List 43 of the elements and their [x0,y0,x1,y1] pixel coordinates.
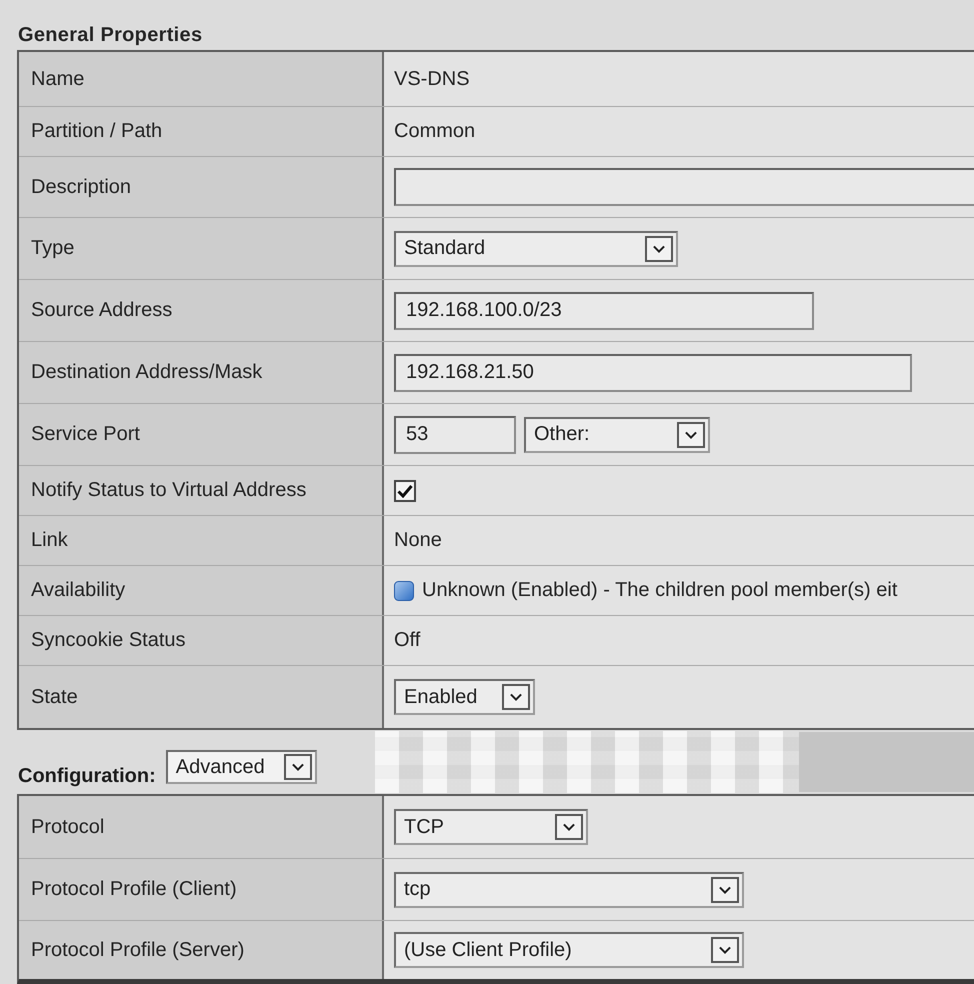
field-label: Protocol Profile (Server) [19,921,384,979]
chevron-down-icon [711,876,739,902]
field-label: Service Port [19,404,384,465]
field-label: Availability [19,566,384,615]
text-field[interactable]: 192.168.21.50 [394,354,912,392]
dropdown[interactable]: Standard [394,230,678,266]
dropdown[interactable]: Other: [524,416,710,452]
field-value: Common [394,120,476,143]
field-label: Protocol [19,796,384,858]
field-label: State [19,666,384,728]
chevron-down-icon [284,754,312,780]
field-label: Partition / Path [19,107,384,156]
field-label: Type [19,218,384,279]
chevron-down-icon [711,937,739,963]
field-label: Description [19,157,384,217]
dropdown[interactable]: tcp [394,872,744,908]
dropdown[interactable]: Advanced [166,750,317,784]
text-field[interactable] [394,168,974,206]
dropdown[interactable]: TCP [394,809,588,845]
status-text: Unknown (Enabled) - The children pool member(s) eit [422,579,898,602]
status-square-icon [394,580,414,600]
field-value: None [394,529,442,552]
text-field[interactable]: 192.168.100.0/23 [394,292,814,330]
chevron-down-icon [555,814,583,840]
section-title: General Properties [18,24,202,47]
section-title: Configuration: [18,765,156,788]
field-label: Link [19,516,384,565]
field-label: Name [19,52,384,106]
chevron-down-icon [677,422,705,448]
checkmark-icon [397,484,413,498]
field-label: Syncookie Status [19,616,384,665]
chevron-down-icon [645,236,673,262]
port-field[interactable]: 53 [394,416,516,454]
dropdown[interactable]: Enabled [394,679,535,715]
field-label: Destination Address/Mask [19,342,384,403]
chevron-down-icon [502,684,530,710]
field-value: VS-DNS [394,68,470,90]
field-label: Source Address [19,280,384,341]
field-label: Protocol Profile (Client) [19,859,384,920]
dropdown[interactable]: (Use Client Profile) [394,932,744,968]
checkbox[interactable] [394,480,416,502]
field-value: Off [394,629,420,652]
field-label: Notify Status to Virtual Address [19,466,384,515]
